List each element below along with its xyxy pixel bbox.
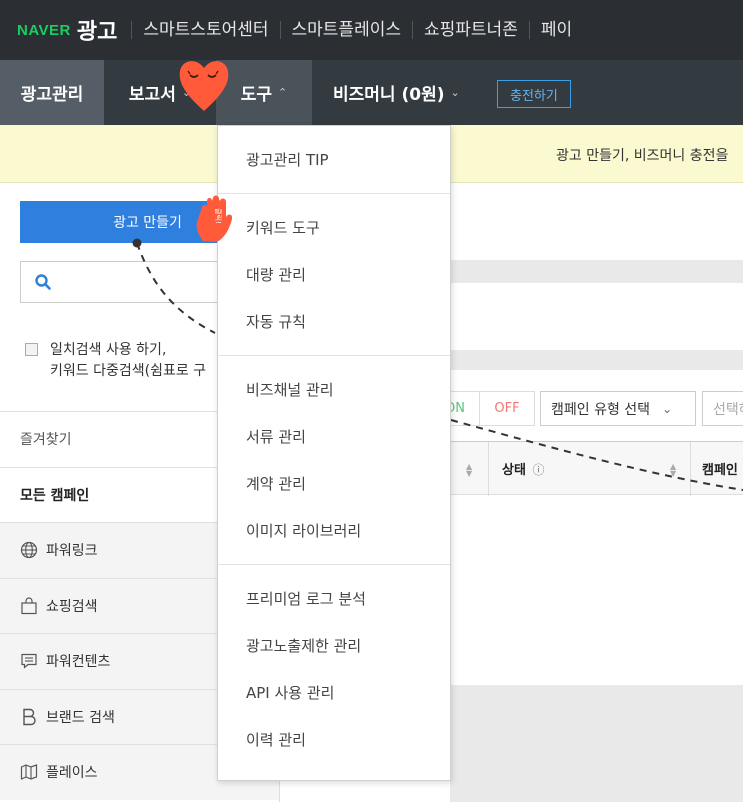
exact-match-option[interactable]: 일치검색 사용 하기, 키워드 다중검색(쉼표로 구 — [25, 340, 206, 382]
menu-item-bulk-manage[interactable]: 대량 관리 — [218, 251, 450, 298]
notice-text: 광고 만들기, 비즈머니 충전을 — [556, 148, 729, 164]
menu-item-ad-tip[interactable]: 광고관리 TIP — [218, 136, 450, 183]
globe-icon — [20, 542, 38, 559]
chevron-down-icon: ⌄ — [450, 86, 460, 99]
sidebar-item-label: 즐겨찾기 — [20, 432, 72, 449]
link-shopping-partner[interactable]: 쇼핑파트너존 — [412, 21, 529, 39]
speech-bubble-icon — [21, 654, 37, 670]
hand-sticker-text: 클릭! — [213, 208, 222, 224]
sidebar-item-label: 플레이스 — [46, 765, 98, 782]
naver-ad-logo[interactable]: NAVER 광고 — [17, 14, 117, 46]
nav-tools-label: 도구 — [240, 85, 273, 105]
menu-item-premium-log[interactable]: 프리미엄 로그 분석 — [218, 575, 450, 622]
dropdown-group: 프리미엄 로그 분석 광고노출제한 관리 API 사용 관리 이력 관리 — [218, 565, 450, 773]
logo-naver-text: NAVER — [17, 21, 71, 39]
chevron-up-icon: ⌃ — [278, 86, 288, 99]
column-header-status[interactable]: 상태 ⓘ — [502, 459, 544, 478]
menu-item-history[interactable]: 이력 관리 — [218, 716, 450, 763]
sidebar-item-label: 쇼핑검색 — [46, 598, 98, 615]
menu-item-contracts[interactable]: 계약 관리 — [218, 460, 450, 507]
menu-item-auto-rules[interactable]: 자동 규칙 — [218, 298, 450, 345]
nav-bizmoney-label: 비즈머니 (0원) — [333, 85, 445, 105]
main-nav: 광고관리 보고서 ⌄ 도구 ⌃ 비즈머니 (0원) ⌄ 충전하기 — [0, 60, 743, 125]
table-empty-area — [450, 685, 743, 802]
dropdown-group: 비즈채널 관리 서류 관리 계약 관리 이미지 라이브러리 — [218, 356, 450, 565]
help-icon[interactable]: ⓘ — [532, 463, 544, 477]
hand-sticker-icon: 클릭! — [193, 193, 237, 245]
map-icon — [20, 764, 38, 781]
link-pay[interactable]: 페이 — [528, 21, 583, 39]
menu-item-keyword-tool[interactable]: 키워드 도구 — [218, 204, 450, 251]
column-divider — [690, 442, 691, 496]
table-header: ▲ ▼ 상태 ⓘ ▲ ▼ 캠페인 — [450, 441, 743, 496]
column-divider — [488, 442, 489, 496]
sidebar-item-label: 파워링크 — [46, 543, 98, 560]
link-smartplace[interactable]: 스마트플레이스 — [279, 21, 412, 39]
exact-match-checkbox[interactable] — [25, 343, 38, 356]
nav-report-label: 보고서 — [128, 85, 176, 105]
shopping-bag-icon — [21, 597, 37, 614]
campaign-type-select-label: 캠페인 유형 선택 — [551, 401, 651, 418]
sidebar-item-label: 파워컨텐츠 — [46, 654, 111, 671]
menu-item-bizchannel[interactable]: 비즈채널 관리 — [218, 366, 450, 413]
logo-ad-text: 광고 — [76, 20, 118, 45]
nav-ad-manage-label: 광고관리 — [20, 85, 84, 105]
sidebar-item-label: 브랜드 검색 — [46, 709, 115, 726]
sort-icon[interactable]: ▲ ▼ — [670, 463, 676, 478]
chevron-down-icon: ⌄ — [662, 401, 673, 416]
tools-dropdown-menu: 광고관리 TIP 키워드 도구 대량 관리 자동 규칙 비즈채널 관리 서류 관… — [217, 125, 451, 781]
menu-item-exposure-limit[interactable]: 광고노출제한 관리 — [218, 622, 450, 669]
search-icon[interactable] — [34, 273, 52, 291]
menu-item-documents[interactable]: 서류 관리 — [218, 413, 450, 460]
exact-match-label: 일치검색 사용 하기, 키워드 다중검색(쉼표로 구 — [50, 340, 206, 382]
menu-item-api[interactable]: API 사용 관리 — [218, 669, 450, 716]
menu-item-image-library[interactable]: 이미지 라이브러리 — [218, 507, 450, 554]
nav-ad-manage[interactable]: 광고관리 — [0, 60, 104, 125]
toggle-off-button[interactable]: OFF — [480, 391, 535, 426]
exact-match-line1: 일치검색 사용 하기, — [50, 342, 167, 358]
heart-sticker-icon — [179, 61, 229, 111]
exact-match-line2: 키워드 다중검색(쉼표로 구 — [50, 363, 207, 379]
nav-bizmoney[interactable]: 비즈머니 (0원) ⌄ — [333, 60, 460, 125]
dropdown-group: 키워드 도구 대량 관리 자동 규칙 — [218, 194, 450, 356]
brand-bar: NAVER 광고 스마트스토어센터 스마트플레이스 쇼핑파트너존 페이 — [0, 0, 743, 60]
dropdown-group: 광고관리 TIP — [218, 126, 450, 194]
link-smartstore[interactable]: 스마트스토어센터 — [131, 21, 279, 39]
campaign-type-select[interactable]: 캠페인 유형 선택 ⌄ — [540, 391, 696, 426]
sort-icon[interactable]: ▲ ▼ — [466, 463, 472, 478]
filter-select[interactable]: 선택하 — [702, 391, 743, 426]
column-status-label: 상태 — [502, 463, 526, 478]
column-header-campaign[interactable]: 캠페인 — [702, 459, 738, 478]
charge-button[interactable]: 충전하기 — [497, 80, 571, 108]
brand-b-icon — [23, 708, 36, 725]
sidebar-item-label: 모든 캠페인 — [20, 487, 90, 504]
